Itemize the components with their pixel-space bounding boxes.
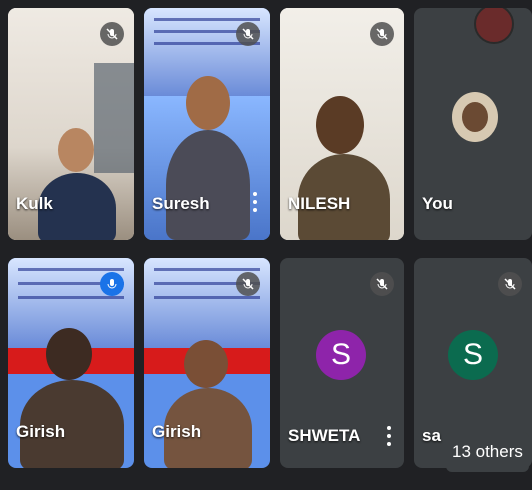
mic-off-icon (370, 22, 394, 46)
participant-name: sa (422, 426, 441, 445)
mic-off-icon (370, 272, 394, 296)
participant-tile-7[interactable]: S SHWETA (280, 258, 404, 468)
others-button[interactable]: 13 others (446, 432, 529, 472)
avatar-initial: S (462, 338, 483, 371)
mic-off-icon (236, 22, 260, 46)
mic-off-icon (236, 272, 260, 296)
participant-tile-5[interactable]: Girish (8, 258, 134, 468)
participant-tile-3[interactable]: NILESH (280, 8, 404, 240)
participant-tile-6[interactable]: Girish (144, 258, 270, 468)
participant-name: You (422, 194, 453, 213)
participant-tile-4[interactable]: You (414, 8, 532, 240)
mic-off-icon (100, 272, 124, 296)
meeting-grid: Kulk Suresh NILESH You Girish Girish S S… (0, 0, 532, 490)
participant-tile-2[interactable]: Suresh (144, 8, 270, 240)
participant-name: NILESH (288, 194, 351, 213)
more-options-icon[interactable] (252, 192, 258, 212)
avatar: S (448, 330, 498, 380)
participant-name: Girish (152, 422, 202, 441)
participant-tile-1[interactable]: Kulk (8, 8, 134, 240)
mic-off-icon (498, 272, 522, 296)
participant-name: Suresh (152, 194, 210, 213)
participant-name: Girish (16, 422, 66, 441)
more-options-icon[interactable] (386, 426, 392, 446)
avatar-initial: S (330, 338, 351, 371)
avatar (452, 92, 498, 142)
participant-name: SHWETA (288, 426, 361, 445)
avatar: S (316, 330, 366, 380)
participant-name: Kulk (16, 194, 53, 213)
mic-off-icon (100, 22, 124, 46)
